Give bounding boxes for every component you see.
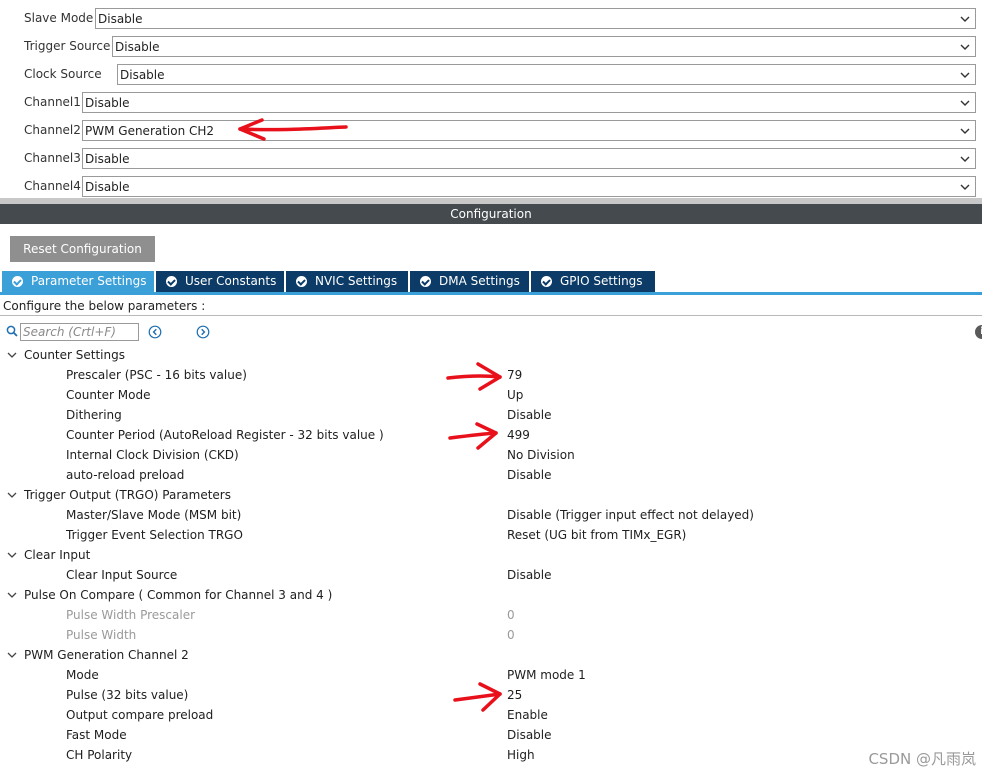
watermark: CSDN @凡雨岚 — [868, 750, 976, 768]
red-arrow-icon — [446, 362, 502, 391]
red-arrow-icon — [453, 682, 502, 712]
annotation-arrows — [238, 118, 502, 712]
red-arrow-icon — [448, 422, 498, 450]
red-arrow-icon — [238, 118, 348, 141]
